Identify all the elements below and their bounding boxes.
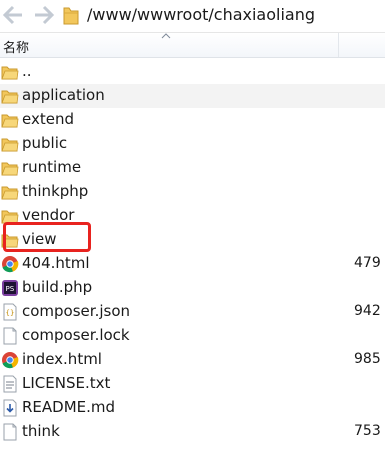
chrome-html-icon	[1, 255, 19, 273]
folder-icon	[1, 135, 19, 153]
size-column-header[interactable]	[339, 33, 385, 57]
file-row[interactable]: think 753	[0, 420, 385, 444]
path-bar: /www/wwwroot/chaxiaoliang	[0, 0, 385, 33]
file-name: thinkphp	[22, 182, 89, 200]
file-name: composer.lock	[22, 326, 130, 344]
file-row[interactable]: ..	[0, 60, 385, 84]
file-name: 404.html	[22, 254, 90, 272]
file-row[interactable]: runtime	[0, 156, 385, 180]
file-name: application	[22, 86, 105, 104]
file-row[interactable]: PS build.php	[0, 276, 385, 300]
arrow-right-icon	[35, 5, 55, 25]
highlight-annotation	[3, 222, 91, 252]
file-name: README.md	[22, 398, 116, 416]
folder-icon	[1, 111, 19, 129]
file-list: .. application extend public runtime thinkphp…	[0, 60, 385, 444]
file-name: think	[22, 422, 60, 440]
file-row[interactable]: LICENSE.txt	[0, 372, 385, 396]
file-icon	[1, 423, 19, 441]
forward-button[interactable]	[33, 4, 55, 26]
file-size: 479	[354, 255, 381, 271]
path-folder-icon	[62, 6, 80, 30]
file-name: runtime	[22, 158, 82, 176]
sort-ascending-icon	[161, 32, 171, 42]
file-size: 985	[354, 351, 381, 367]
path-text[interactable]: /www/wwwroot/chaxiaoliang	[87, 5, 315, 24]
file-row[interactable]: index.html 985	[0, 348, 385, 372]
file-browser: /www/wwwroot/chaxiaoliang 名称 .. applicati…	[0, 0, 385, 454]
chrome-html-icon	[1, 351, 19, 369]
arrow-left-icon	[2, 5, 22, 25]
file-name: build.php	[22, 278, 93, 296]
file-size: 942	[354, 303, 381, 319]
back-button[interactable]	[2, 4, 24, 26]
svg-text:PS: PS	[6, 285, 15, 293]
markdown-file-icon	[1, 399, 19, 417]
folder-icon	[1, 87, 19, 105]
text-file-icon	[1, 375, 19, 393]
file-row[interactable]: {} composer.json 942	[0, 300, 385, 324]
file-row[interactable]: application	[0, 84, 385, 108]
folder-icon	[1, 63, 19, 81]
php-file-icon: PS	[1, 279, 19, 297]
file-row[interactable]: README.md	[0, 396, 385, 420]
file-name: extend	[22, 110, 74, 128]
file-icon	[1, 327, 19, 345]
file-name: public	[22, 134, 68, 152]
folder-icon	[1, 159, 19, 177]
file-row[interactable]: extend	[0, 108, 385, 132]
file-name: index.html	[22, 350, 102, 368]
svg-text:{}: {}	[6, 309, 15, 317]
json-file-icon: {}	[1, 303, 19, 321]
file-row[interactable]: public	[0, 132, 385, 156]
file-row[interactable]: composer.lock	[0, 324, 385, 348]
file-row[interactable]: 404.html 479	[0, 252, 385, 276]
folder-icon	[1, 183, 19, 201]
file-name: composer.json	[22, 302, 131, 320]
column-header: 名称	[0, 33, 385, 58]
file-name: LICENSE.txt	[22, 374, 111, 392]
name-column-header[interactable]: 名称	[0, 33, 339, 57]
file-size: 753	[354, 423, 381, 439]
file-name: ..	[22, 62, 32, 80]
file-row[interactable]: thinkphp	[0, 180, 385, 204]
name-column-label: 名称	[3, 41, 30, 56]
